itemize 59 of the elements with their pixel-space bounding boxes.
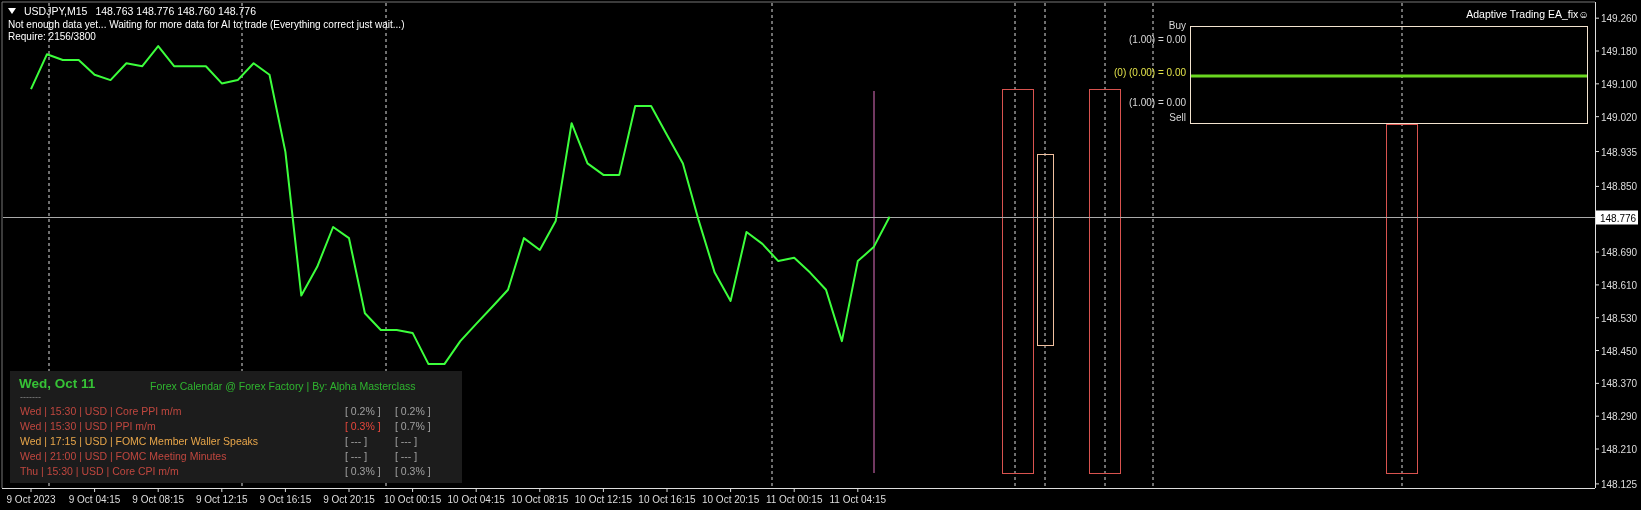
- quote-text: 148.763 148.776 148.760 148.776: [95, 5, 256, 18]
- price-label: 149.100: [1601, 78, 1638, 90]
- time-label: 9 Oct 12:15: [195, 494, 248, 505]
- time-label: 9 Oct 04:15: [68, 494, 121, 505]
- event-value: [ 0.3% ]: [345, 420, 382, 433]
- time-label: 11 Oct 00:15: [765, 494, 823, 505]
- time-label: 9 Oct 20:15: [323, 494, 375, 505]
- time-label: 10 Oct 12:15: [574, 494, 633, 505]
- price-label: 148.210: [1601, 444, 1638, 455]
- price-label: 149.260: [1601, 13, 1638, 25]
- time-label: 11 Oct 04:15: [829, 494, 887, 505]
- time-label: 9 Oct 08:15: [132, 494, 185, 505]
- sell-label: Sell: [1168, 112, 1186, 124]
- current-price-label: 148.776: [1596, 210, 1638, 225]
- event-value: [ 0.7% ]: [395, 420, 432, 433]
- price-label: 148.450: [1601, 345, 1638, 357]
- time-label: 9 Oct 2023: [6, 494, 56, 505]
- event-value: [ 0.3% ]: [395, 465, 432, 478]
- calendar-date: Wed, Oct 11: [19, 376, 96, 393]
- dropdown-triangle-icon[interactable]: [8, 8, 16, 15]
- price-label: 148.850: [1601, 181, 1638, 193]
- price-label: 148.290: [1601, 411, 1638, 423]
- time-label: 10 Oct 20:15: [701, 494, 760, 505]
- level-value: (1.00) = 0.00: [1128, 97, 1186, 109]
- event-text: Wed | 17:15 | USD | FOMC Member Waller Speaks: [20, 435, 260, 448]
- event-value: [ --- ]: [345, 450, 369, 463]
- time-label: 9 Oct 16:15: [259, 494, 312, 505]
- event-value: [ --- ]: [345, 435, 369, 448]
- time-label: 10 Oct 08:15: [511, 494, 569, 505]
- event-text: Wed | 21:00 | USD | FOMC Meeting Minutes: [20, 450, 228, 463]
- calendar-source: Forex Calendar @ Forex Factory | By: Alpha Masterclass: [150, 380, 416, 393]
- time-label: 10 Oct 16:15: [638, 494, 696, 505]
- level-value: (1.00) = 0.00: [1128, 34, 1186, 46]
- event-value: [ 0.2% ]: [345, 405, 382, 418]
- price-label: 149.020: [1601, 111, 1638, 123]
- event-text: Wed | 15:30 | USD | PPI m/m: [20, 420, 157, 433]
- symbol-label: USDJPY,M15: [24, 5, 88, 18]
- status-text: Require: 2156/3800: [8, 31, 96, 43]
- event-value: [ --- ]: [395, 435, 419, 448]
- price-label: 148.370: [1601, 378, 1638, 390]
- event-value: [ --- ]: [395, 450, 419, 463]
- event-text: Wed | 15:30 | USD | Core PPI m/m: [20, 405, 183, 418]
- price-label: 148.125: [1601, 478, 1638, 490]
- status-text: Not enough data yet... Waiting for more data for AI to trade (Everything correct just wait...): [8, 19, 405, 31]
- calendar-divider: -------: [20, 392, 41, 403]
- level-value: (0) (0.00) = 0.00: [1113, 67, 1186, 79]
- event-value: [ 0.3% ]: [345, 465, 382, 478]
- price-label: 148.530: [1601, 312, 1638, 324]
- time-label: 10 Oct 04:15: [447, 494, 505, 505]
- event-value: [ 0.2% ]: [395, 405, 432, 418]
- time-label: 10 Oct 00:15: [383, 494, 442, 505]
- price-label: 148.935: [1601, 146, 1638, 158]
- panel-title: Adaptive Trading EA_fix☺: [1466, 8, 1589, 21]
- price-label: 148.610: [1601, 279, 1638, 291]
- ref-line-label: 148.776: [1600, 212, 1637, 224]
- price-label: 148.690: [1601, 247, 1638, 259]
- event-text: Thu | 15:30 | USD | Core CPI m/m: [20, 465, 180, 478]
- buy-label: Buy: [1167, 20, 1186, 32]
- price-label: 149.180: [1601, 46, 1638, 57]
